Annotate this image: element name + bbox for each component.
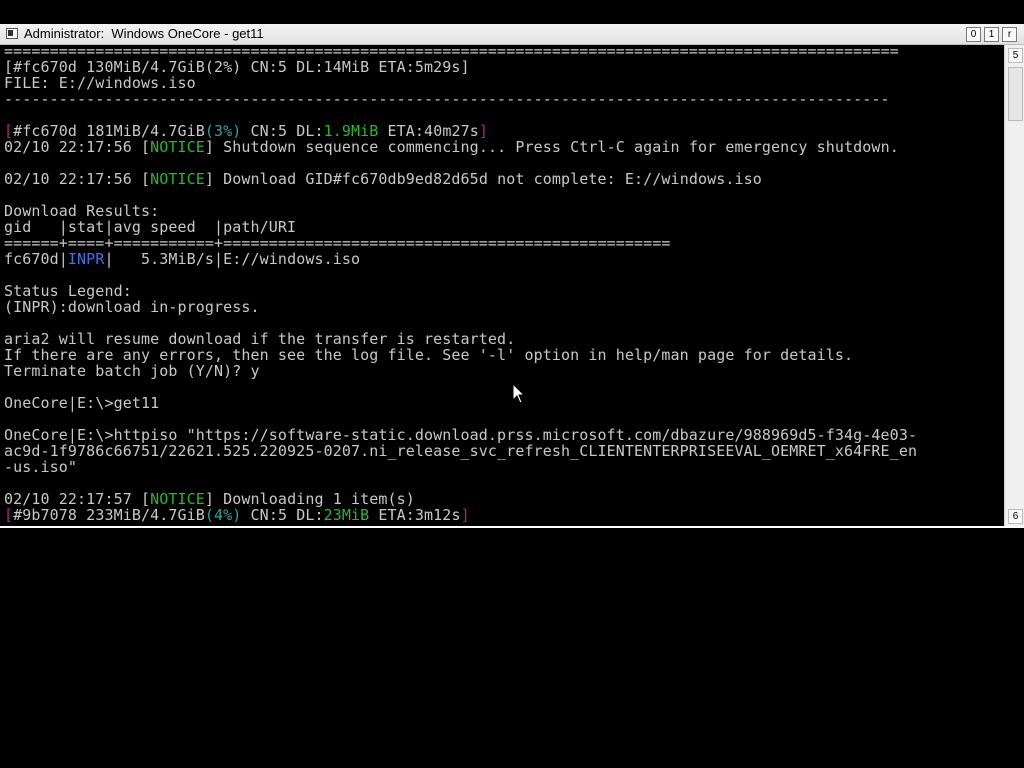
window-title: Administrator: Windows OneCore - get11 bbox=[24, 26, 264, 41]
command-httpiso-line-3: -us.iso" bbox=[4, 458, 78, 476]
command-httpiso-line-1: OneCore|E:\>httpiso "https://software-st… bbox=[4, 426, 918, 444]
maximize-button[interactable]: 1 bbox=[984, 27, 999, 42]
title-bar[interactable]: Administrator: Windows OneCore - get11 0… bbox=[0, 24, 1024, 45]
mouse-pointer-icon bbox=[512, 383, 526, 404]
command-httpiso-line-2: ac9d-1f9786c66751/22621.525.220925-0207.… bbox=[4, 442, 918, 460]
download-results-heading: Download Results: bbox=[4, 202, 160, 220]
notice-downloading: 02/10 22:17:57 [NOTICE] Downloading 1 it… bbox=[4, 490, 415, 508]
scroll-down-button[interactable]: 6 bbox=[1008, 509, 1023, 524]
separator-dashes: ----------------------------------------… bbox=[4, 90, 890, 108]
resume-message: aria2 will resume download if the transf… bbox=[4, 330, 516, 348]
vertical-scrollbar[interactable]: 5 6 bbox=[1004, 45, 1024, 526]
separator-equals: ========================================… bbox=[4, 45, 899, 60]
notice-not-complete: 02/10 22:17:56 [NOTICE] Download GID#fc6… bbox=[4, 170, 762, 188]
console-window: Administrator: Windows OneCore - get11 0… bbox=[0, 24, 1024, 528]
errors-message: If there are any errors, then see the lo… bbox=[4, 346, 854, 364]
progress-line-2: [#fc670d 181MiB/4.7GiB(3%) CN:5 DL:1.9Mi… bbox=[4, 122, 488, 140]
console-output[interactable]: ========================================… bbox=[0, 45, 1004, 526]
notice-shutdown: 02/10 22:17:56 [NOTICE] Shutdown sequenc… bbox=[4, 138, 899, 156]
status-legend-heading: Status Legend: bbox=[4, 282, 132, 300]
results-table-row: fc670d|INPR| 5.3MiB/s|E://windows.iso bbox=[4, 250, 361, 268]
file-line: FILE: E://windows.iso bbox=[4, 74, 196, 92]
results-table-separator: ======+====+===========+================… bbox=[4, 234, 671, 252]
progress-line-1: [#fc670d 130MiB/4.7GiB(2%) CN:5 DL:14MiB… bbox=[4, 58, 470, 76]
command-get11: OneCore|E:\>get11 bbox=[4, 394, 160, 412]
console-window-icon[interactable] bbox=[6, 28, 18, 39]
results-table-header: gid |stat|avg speed |path/URI bbox=[4, 218, 297, 236]
scrollbar-thumb[interactable] bbox=[1008, 67, 1023, 121]
progress-line-3: [#9b7078 233MiB/4.7GiB(4%) CN:5 DL:23MiB… bbox=[4, 506, 470, 524]
terminate-prompt: Terminate batch job (Y/N)? y bbox=[4, 362, 260, 380]
status-legend-inpr: (INPR):download in-progress. bbox=[4, 298, 260, 316]
minimize-button[interactable]: 0 bbox=[966, 27, 981, 42]
scroll-up-button[interactable]: 5 bbox=[1008, 48, 1023, 63]
close-button[interactable]: r bbox=[1002, 27, 1017, 42]
